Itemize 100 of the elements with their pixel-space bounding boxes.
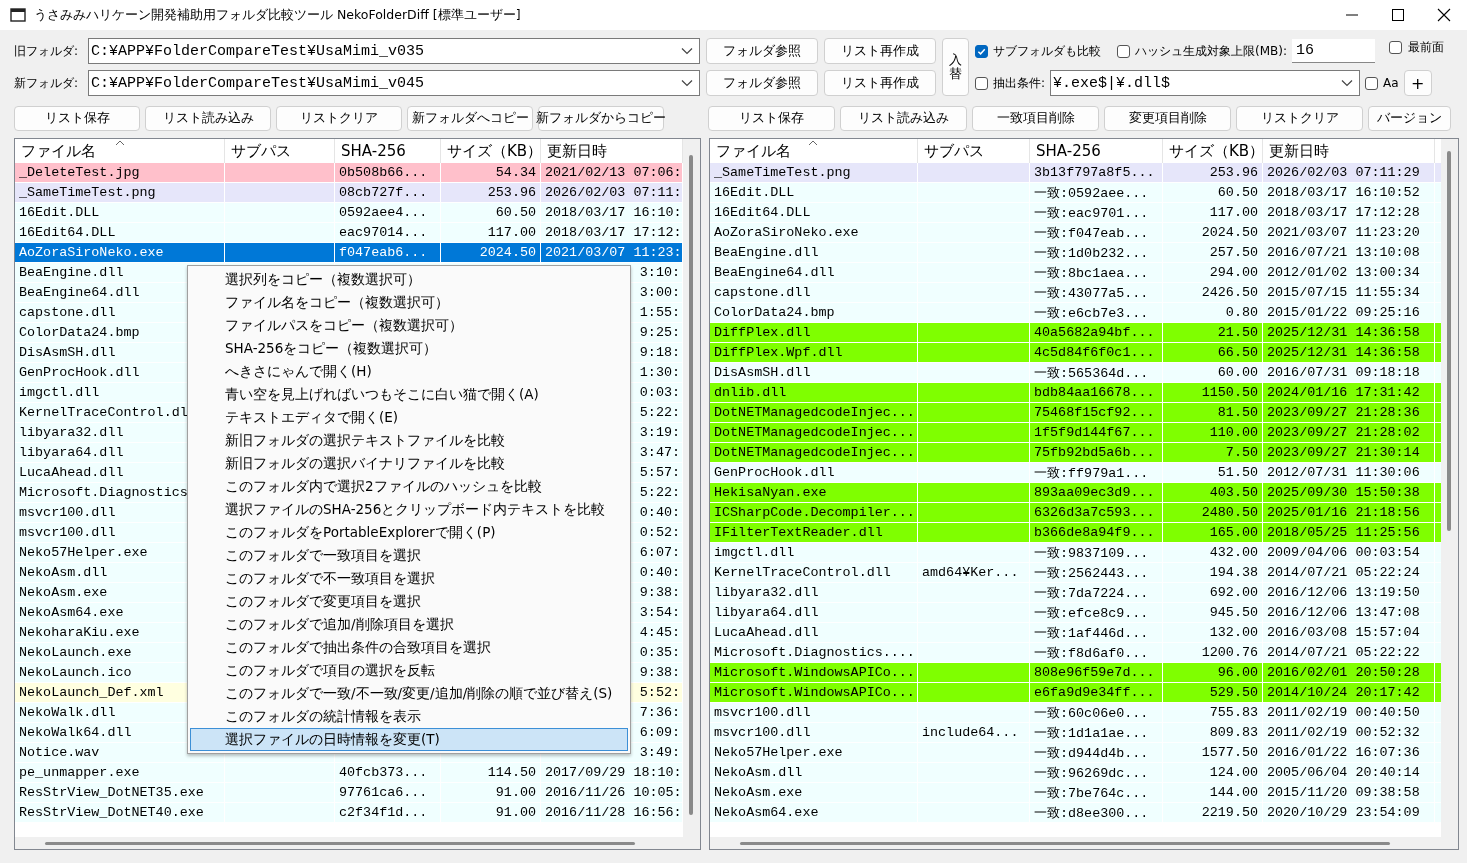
table-cell: 110.00 (1163, 423, 1263, 442)
table-cell: 2012/01/02 13:00:34 (1263, 263, 1435, 282)
table-cell: 257.50 (1163, 243, 1263, 262)
table-cell: DisAsmSH.dll (710, 363, 918, 382)
table-cell: LucaAhead.dll (710, 623, 918, 642)
table-cell: 2024.50 (1163, 223, 1263, 242)
table-cell: 一致:e6cb7e3... (1030, 303, 1163, 322)
table-cell: 2016/01/22 16:07:36 (1263, 743, 1435, 762)
table-cell: 194.38 (1163, 563, 1263, 582)
table-cell: 2016/07/31 09:18:18 (1263, 363, 1435, 382)
table-cell: 2014/10/24 20:17:42 (1263, 683, 1435, 702)
table-cell: 08cb727f... (335, 183, 441, 202)
table-cell: 91.00 (441, 783, 541, 802)
table-cell: 2480.50 (1163, 503, 1263, 522)
table-cell: msvcr100.dll (710, 703, 918, 722)
table-cell: 165.00 (1163, 523, 1263, 542)
table-cell: 一致:9837109... (1030, 543, 1163, 562)
table-cell: DotNETManagedcodeInjec... (710, 403, 918, 422)
table-cell: DotNETManagedcodeInjec... (710, 443, 918, 462)
table-cell: 2016/12/06 13:47:08 (1263, 603, 1435, 622)
table-cell: 2016/12/06 13:19:50 (1263, 583, 1435, 602)
table-cell: 1f5f9d144f67... (1030, 423, 1163, 442)
table-cell: 2020/10/29 23:54:09 (1263, 803, 1435, 822)
table-cell: 40a5682a94bf... (1030, 323, 1163, 342)
table-cell: _DeleteTest.jpg (15, 163, 225, 182)
checkbox-label: 抽出条件: (993, 74, 1046, 92)
table-cell: _SameTimeTest.png (710, 163, 918, 182)
table-cell: 一致:efce8c9... (1030, 603, 1163, 622)
table-cell: 692.00 (1163, 583, 1263, 602)
window-title: うさみみハリケーン開発補助用フォルダ比較ツール NekoFolderDiff [標準ユーザー] (34, 6, 521, 24)
table-cell: 一致:43077a5... (1030, 283, 1163, 302)
table-cell: include64... (918, 723, 1030, 742)
table-cell: 2026/02/03 07:11:29 (1263, 163, 1435, 182)
table-cell: 一致:ff979a1... (1030, 463, 1163, 482)
table-cell: DiffPlex.dll (710, 323, 918, 342)
table-cell: 2023/09/27 21:30:14 (1263, 443, 1435, 462)
table-cell: 2025/09/30 15:50:38 (1263, 483, 1435, 502)
table-cell: 2219.50 (1163, 803, 1263, 822)
table-cell: 一致:1d1a1ae... (1030, 723, 1163, 742)
table-cell: 0.80 (1163, 303, 1263, 322)
table-cell: 7.50 (1163, 443, 1263, 462)
table-cell: HekisaNyan.exe (710, 483, 918, 502)
table-cell: 60.50 (441, 203, 541, 222)
table-cell: 75fb92bd5a6b... (1030, 443, 1163, 462)
table-cell: 403.50 (1163, 483, 1263, 502)
table-cell: Microsoft.WindowsAPICo... (710, 683, 918, 702)
table-cell: 117.00 (1163, 203, 1263, 222)
table-cell: IFilterTextReader.dll (710, 523, 918, 542)
table-cell: 945.50 (1163, 603, 1263, 622)
table-cell: e6fa9d9e34ff... (1030, 683, 1163, 702)
table-cell: 2025/12/31 14:36:58 (1263, 323, 1435, 342)
table-cell: 2426.50 (1163, 283, 1263, 302)
table-cell: 2005/06/04 20:40:14 (1263, 763, 1435, 782)
checkbox-label: ハッシュ生成対象上限(MB): (1135, 42, 1287, 60)
table-cell: 809.83 (1163, 723, 1263, 742)
table-cell: 2023/09/27 21:28:36 (1263, 403, 1435, 422)
table-cell: _SameTimeTest.png (15, 183, 225, 202)
table-cell: amd64¥Ker... (918, 563, 1030, 582)
table-cell: 81.50 (1163, 403, 1263, 422)
table-cell: 132.00 (1163, 623, 1263, 642)
table-cell: 2011/02/19 00:40:50 (1263, 703, 1435, 722)
field-label: 旧フォルダ: (14, 42, 80, 60)
table-cell: 一致:60c06e0... (1030, 703, 1163, 722)
table-cell: 一致:96269dc... (1030, 763, 1163, 782)
table-cell: ColorData24.bmp (710, 303, 918, 322)
table-cell: 2018/03/17 17:12:28 (1263, 203, 1435, 222)
table-cell: NekoAsm.dll (710, 763, 918, 782)
table-cell: 一致:7da7224... (1030, 583, 1163, 602)
table-cell: f047eab6... (335, 243, 441, 262)
table-cell: 2025/01/16 21:18:56 (1263, 503, 1435, 522)
table-cell: 一致:7be764c... (1030, 783, 1163, 802)
checkbox-label: Aa (1383, 76, 1399, 90)
table-cell: 2012/07/31 11:30:06 (1263, 463, 1435, 482)
table-cell: DiffPlex.Wpf.dll (710, 343, 918, 362)
table-cell: 75468f15cf92... (1030, 403, 1163, 422)
table-cell: 6326d3a7c593... (1030, 503, 1163, 522)
table-cell: 一致:1d0b232... (1030, 243, 1163, 262)
table-cell: dnlib.dll (710, 383, 918, 402)
table-cell: 16Edit64.DLL (15, 223, 225, 242)
table-cell: 2014/07/21 05:22:22 (1263, 643, 1435, 662)
table-cell: msvcr100.dll (710, 723, 918, 742)
table-cell: 16Edit.DLL (15, 203, 225, 222)
table-cell: b366de8a94f9... (1030, 523, 1163, 542)
table-cell: capstone.dll (710, 283, 918, 302)
table-cell: 432.00 (1163, 543, 1263, 562)
table-cell: 2025/12/31 14:36:58 (1263, 343, 1435, 362)
table-cell: 97761ca6... (335, 783, 441, 802)
table-cell: KernelTraceControl.dll (710, 563, 918, 582)
table-cell: 一致:d8ee300... (1030, 803, 1163, 822)
table-cell: 755.83 (1163, 703, 1263, 722)
checkbox-label: 最前面 (1408, 38, 1444, 56)
table-cell: AoZoraSiroNeko.exe (15, 243, 225, 262)
table-cell: 2018/05/25 11:25:56 (1263, 523, 1435, 542)
table-cell: 117.00 (441, 223, 541, 242)
table-cell: 2024/01/16 17:31:42 (1263, 383, 1435, 402)
table-cell: Neko57Helper.exe (710, 743, 918, 762)
table-cell: 1150.50 (1163, 383, 1263, 402)
table-cell: 114.50 (441, 763, 541, 782)
table-cell: NekoAsm64.exe (710, 803, 918, 822)
table-cell: DotNETManagedcodeInjec... (710, 423, 918, 442)
